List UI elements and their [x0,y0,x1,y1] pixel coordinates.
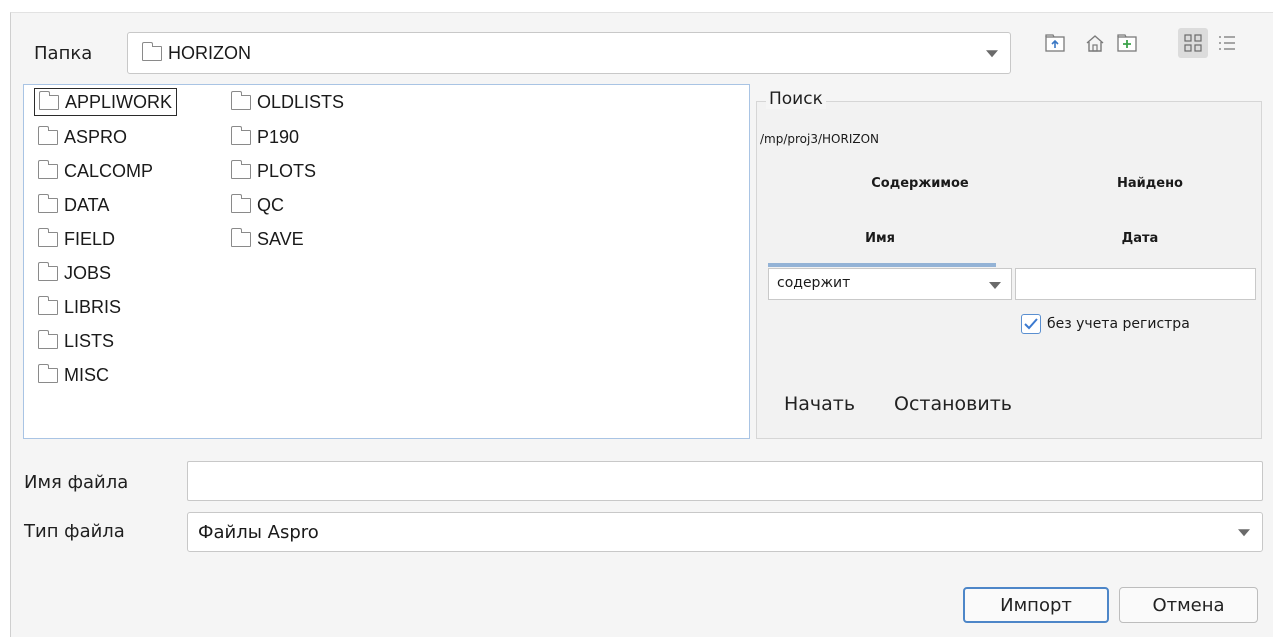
folder-icon [37,159,58,179]
folder-icon [230,90,251,110]
chevron-down-icon [989,282,1001,289]
list-item[interactable]: LISTS [34,327,118,355]
search-legend: Поиск [766,89,826,109]
list-item[interactable]: SAVE [227,225,308,253]
file-list[interactable]: APPLIWORK ASPRO CALCOMP DATA FIELD JOBS … [23,84,750,439]
stop-search-button[interactable]: Остановить [894,393,1012,415]
search-input[interactable] [1015,268,1256,300]
up-folder-icon [1045,34,1065,52]
list-item[interactable]: DATA [34,191,113,219]
list-item[interactable]: CALCOMP [34,157,157,185]
new-folder-button[interactable] [1112,28,1142,58]
search-path: /mp/proj3/HORIZON [760,132,880,146]
active-tab-indicator [768,263,996,267]
folder-icon [37,261,58,281]
filetype-select[interactable]: Файлы Aspro [187,512,1263,552]
list-item[interactable]: APPLIWORK [34,88,178,116]
list-view-button[interactable] [1212,28,1242,58]
checkmark-icon [1024,318,1038,330]
grid-view-icon [1184,34,1202,52]
list-view-icon [1219,36,1235,50]
home-icon [1086,35,1104,52]
folder-icon [230,159,251,179]
folder-icon [38,90,59,110]
list-item[interactable]: ASPRO [34,123,131,151]
grid-view-button[interactable] [1178,28,1208,58]
filetype-value: Файлы Aspro [198,522,319,543]
checkbox[interactable] [1021,314,1041,334]
cancel-button[interactable]: Отмена [1119,587,1258,623]
folder-label: Папка [34,43,93,64]
list-item[interactable]: MISC [34,361,113,389]
list-item[interactable]: OLDLISTS [227,88,348,116]
list-item[interactable]: FIELD [34,225,119,253]
home-button[interactable] [1080,28,1110,58]
condition-value: содержит [777,275,851,291]
folder-icon [230,227,251,247]
list-item[interactable]: PLOTS [227,157,320,185]
folder-icon [37,125,58,145]
list-item[interactable]: LIBRIS [34,293,125,321]
condition-select[interactable]: содержит [768,268,1012,300]
list-item[interactable]: P190 [227,123,303,151]
tab-contents[interactable]: Содержимое [820,176,1020,191]
chevron-down-icon [986,50,998,58]
folder-current: HORIZON [168,43,251,63]
start-search-button[interactable]: Начать [784,393,855,415]
list-item[interactable]: QC [227,191,288,219]
filename-field[interactable] [187,461,1263,501]
folder-icon [141,42,162,61]
chevron-down-icon [1238,529,1250,537]
new-folder-icon [1117,34,1137,52]
tab-date[interactable]: Дата [1080,231,1200,246]
up-folder-button[interactable] [1040,28,1070,58]
case-insensitive-label: без учета регистра [1047,316,1190,332]
case-insensitive-checkbox[interactable]: без учета регистра [1021,314,1190,334]
tab-name[interactable]: Имя [780,231,980,246]
folder-icon [230,125,251,145]
tab-found[interactable]: Найдено [1080,176,1220,191]
list-item[interactable]: JOBS [34,259,115,287]
folder-icon [37,329,58,349]
folder-icon [37,193,58,213]
folder-icon [230,193,251,213]
folder-icon [37,295,58,315]
folder-icon [37,363,58,383]
folder-combo[interactable]: HORIZON [127,32,1011,74]
filename-label: Имя файла [24,472,129,493]
filetype-label: Тип файла [24,521,125,542]
folder-icon [37,227,58,247]
import-button[interactable]: Импорт [963,587,1109,623]
